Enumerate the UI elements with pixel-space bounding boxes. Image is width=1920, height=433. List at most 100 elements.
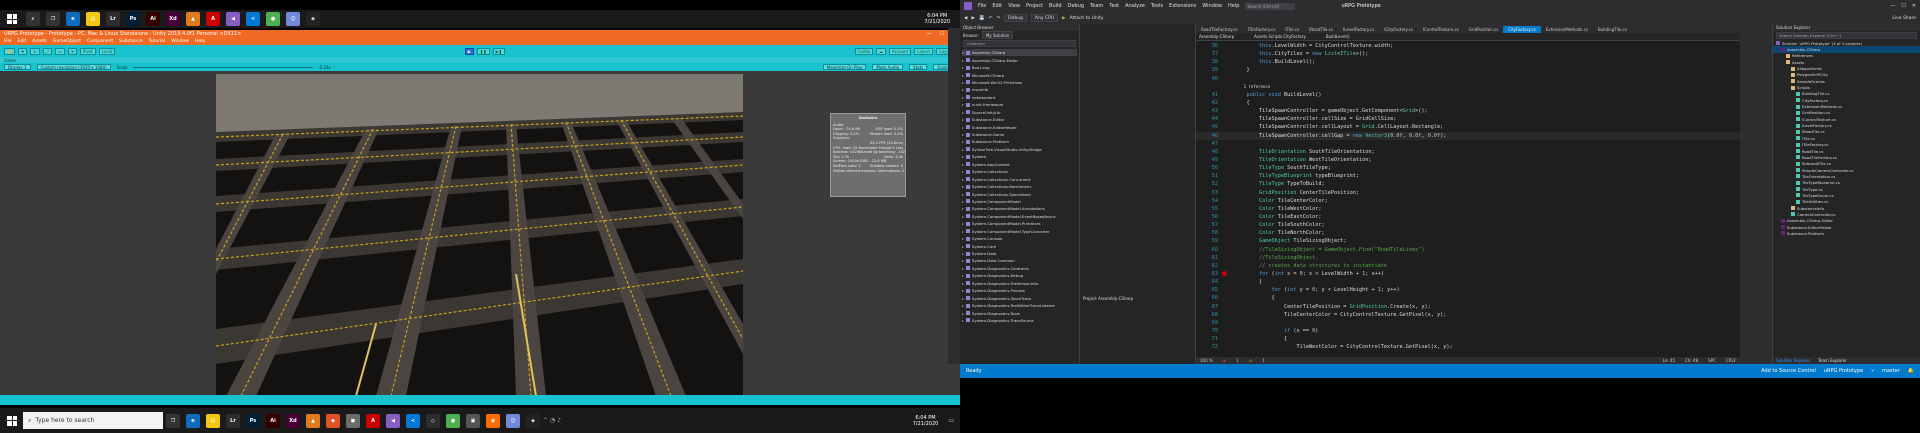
photoshop-icon[interactable]: Ps bbox=[246, 413, 260, 428]
collab-button[interactable]: Collab bbox=[854, 47, 873, 55]
object-browser-item[interactable]: ▸ Microsoft.Win32.Primitives bbox=[962, 79, 1077, 86]
layers-dropdown[interactable]: Layers bbox=[914, 47, 934, 55]
breakpoint-gutter[interactable] bbox=[1222, 294, 1234, 302]
error-icon[interactable]: ⊗ bbox=[1223, 358, 1226, 363]
breakpoint-gutter[interactable] bbox=[1222, 91, 1234, 99]
visual-studio-icon-right[interactable]: ◀ bbox=[226, 12, 240, 26]
vs-menu-file[interactable]: File bbox=[978, 3, 986, 9]
editor-tab[interactable]: ExtensionMethods.cs bbox=[1541, 26, 1593, 33]
object-browser-item[interactable]: ▸ Substance.Editor bbox=[962, 116, 1077, 123]
object-browser-item[interactable]: ▸ Assembly-CSharp bbox=[962, 49, 1077, 57]
breakpoint-gutter[interactable] bbox=[1222, 99, 1234, 107]
vs-maximize-icon[interactable]: ☐ bbox=[1901, 3, 1905, 9]
back-icon[interactable]: ◀ bbox=[964, 16, 967, 21]
solution-tree-item[interactable]: Substance.Platform bbox=[1773, 230, 1920, 236]
code-line[interactable]: 55 Color TileWestColor; bbox=[1196, 205, 1740, 213]
vscode-icon-right[interactable]: ≺ bbox=[246, 12, 260, 26]
code-line[interactable]: 56 Color TileEastColor; bbox=[1196, 213, 1740, 221]
code-line[interactable]: 40 bbox=[1196, 75, 1740, 83]
object-browser-item[interactable]: ▸ System.ComponentModel.EventBasedAsync bbox=[962, 213, 1077, 220]
breakpoint-gutter[interactable] bbox=[1222, 303, 1234, 311]
object-browser-item[interactable]: ▸ System bbox=[962, 153, 1077, 160]
object-browser-item[interactable]: ▸ System.Collections.NonGeneric bbox=[962, 183, 1077, 190]
indent-mode[interactable]: SPC bbox=[1708, 358, 1716, 363]
status-project[interactable]: uRPG Prototype bbox=[1824, 368, 1863, 374]
object-browser-item[interactable]: ▸ System.Data bbox=[962, 250, 1077, 257]
breakpoint-gutter[interactable] bbox=[1222, 237, 1234, 245]
cloud-icon[interactable]: ☁ bbox=[875, 47, 886, 55]
code-line[interactable]: 42 { bbox=[1196, 99, 1740, 107]
code-line[interactable]: 44 TileSpawnController.cellSize = GridCe… bbox=[1196, 115, 1740, 123]
code-line[interactable]: 70 if (x == 0) bbox=[1196, 327, 1740, 335]
maximize-on-play-toggle[interactable]: Maximize On Play bbox=[822, 64, 867, 70]
start-icon[interactable]: ▶ bbox=[1062, 16, 1065, 21]
breakpoint-gutter[interactable] bbox=[1222, 189, 1234, 197]
object-browser-item[interactable]: ▸ System.ComponentModel.Primitives bbox=[962, 220, 1077, 227]
code-line[interactable]: 57 Color TileSouthColor; bbox=[1196, 221, 1740, 229]
code-line[interactable]: 64 { bbox=[1196, 278, 1740, 286]
object-browser-item[interactable]: ▸ System.ComponentModel bbox=[962, 198, 1077, 205]
code-line[interactable]: 41 public void BuildLevel() bbox=[1196, 91, 1740, 99]
app-icon-1[interactable]: ◆ bbox=[326, 413, 340, 428]
code-line[interactable]: 43 TileSpawnController = gameObject.GetC… bbox=[1196, 107, 1740, 115]
code-line[interactable]: 45 TileSpawnController.cellLayout = Grid… bbox=[1196, 123, 1740, 131]
object-browser-item[interactable]: ▸ System.Diagnostics.Process bbox=[962, 287, 1077, 294]
code-line[interactable]: 58 Color TileNorthColor; bbox=[1196, 229, 1740, 237]
code-text-area[interactable]: 36 this.LevelWidth = CityControlTexture.… bbox=[1196, 41, 1740, 351]
object-browser-item[interactable]: ▸ System.Diagnostics.TextWriterTraceListe… bbox=[962, 302, 1077, 309]
menu-help[interactable]: Help bbox=[195, 39, 205, 44]
breakpoint-gutter[interactable] bbox=[1222, 115, 1234, 123]
chrome-icon-right[interactable]: ● bbox=[266, 12, 280, 26]
breakpoint-gutter[interactable] bbox=[1222, 50, 1234, 58]
breakpoint-gutter[interactable] bbox=[1222, 229, 1234, 237]
minimize-icon[interactable]: — bbox=[926, 31, 931, 37]
code-line[interactable]: 37 this.CityTiles = new List<ITile>(); bbox=[1196, 50, 1740, 58]
object-browser-item[interactable]: ▸ Boo.Lang bbox=[962, 64, 1077, 71]
editor-tab[interactable]: RoadTileFactory.cs bbox=[1196, 26, 1243, 33]
editor-tab[interactable]: BuildingTile.cs bbox=[1593, 26, 1632, 33]
code-editor[interactable]: RoadTileFactory.cs ITileFactory.cs ITile.c… bbox=[1196, 24, 1740, 364]
breakpoint-gutter[interactable] bbox=[1222, 221, 1234, 229]
display-dropdown[interactable]: Display 1 bbox=[4, 64, 31, 70]
xd-icon[interactable]: Xd bbox=[286, 413, 300, 428]
app-icon-3[interactable]: ▣ bbox=[466, 413, 480, 428]
code-line[interactable]: 38 this.BuildLevel(); bbox=[1196, 58, 1740, 66]
editor-tab[interactable]: GridPosition.cs bbox=[1464, 26, 1504, 33]
unity-editor-icon-right[interactable]: ◈ bbox=[306, 12, 320, 26]
tab-team-explorer[interactable]: Team Explorer bbox=[1818, 358, 1847, 363]
breakpoint-gutter[interactable] bbox=[1222, 319, 1234, 327]
object-browser-item[interactable]: ▸ SourceUnityLib bbox=[962, 109, 1077, 116]
code-line[interactable]: 59 GameObject TileSizingObject; bbox=[1196, 237, 1740, 245]
pause-icon[interactable]: ❚❚ bbox=[476, 47, 490, 55]
breakpoint-gutter[interactable] bbox=[1222, 311, 1234, 319]
object-browser-item[interactable]: ▸ System.Collections bbox=[962, 168, 1077, 175]
code-line[interactable]: 54 Color TileCenterColor; bbox=[1196, 197, 1740, 205]
code-line[interactable]: 47 bbox=[1196, 140, 1740, 148]
code-line[interactable]: 51 TileTypeBlueprint typeBlueprint; bbox=[1196, 172, 1740, 180]
edge-browser-icon[interactable]: e bbox=[186, 413, 200, 428]
step-icon[interactable]: ▶❚ bbox=[492, 47, 505, 55]
discord-icon-right[interactable]: ☺ bbox=[286, 12, 300, 26]
taskbar-clock-right[interactable]: 6:04 PM 7/21/2020 bbox=[924, 13, 950, 25]
notifications-bell-icon[interactable]: 🔔 bbox=[1908, 368, 1914, 374]
system-tray-icons[interactable]: ⌃ ◔ ♪ bbox=[543, 417, 561, 424]
pivot-toggle[interactable]: Pivot bbox=[80, 47, 96, 55]
vs-search-input[interactable]: Search (Ctrl+Q) bbox=[1245, 2, 1296, 10]
breakpoint-gutter[interactable] bbox=[1222, 335, 1234, 343]
illustrator-icon-right[interactable]: Ai bbox=[146, 12, 160, 26]
object-browser-item[interactable]: ▸ System.ComponentModel.TypeConverter bbox=[962, 228, 1077, 235]
code-line[interactable]: 46 TileSpawnController.cellGap = new Vec… bbox=[1196, 131, 1740, 140]
nav-project-dropdown[interactable]: Assembly-CSharp bbox=[1199, 34, 1234, 39]
task-view-icon-right[interactable]: ❐ bbox=[46, 12, 60, 26]
nav-class-dropdown[interactable]: Assets.Scripts.CityFactory bbox=[1254, 34, 1306, 39]
code-line[interactable]: 72 TileWestColor = CityControlTexture.Ge… bbox=[1196, 343, 1740, 351]
app-icon-2[interactable]: ◼ bbox=[346, 413, 360, 428]
object-browser-item[interactable]: ▸ mscorlib bbox=[962, 86, 1077, 93]
editor-tab[interactable]: CityFactory.cs bbox=[1503, 26, 1541, 33]
mute-audio-toggle[interactable]: Mute Audio bbox=[872, 64, 904, 70]
breakpoint-gutter[interactable] bbox=[1222, 164, 1234, 172]
menu-file[interactable]: File bbox=[4, 39, 12, 44]
code-line[interactable]: 1 reference bbox=[1196, 83, 1740, 91]
taskbar-clock[interactable]: 6:04 PM 7/21/2020 bbox=[913, 415, 939, 427]
editor-tab[interactable]: ITile.cs bbox=[1280, 26, 1304, 33]
